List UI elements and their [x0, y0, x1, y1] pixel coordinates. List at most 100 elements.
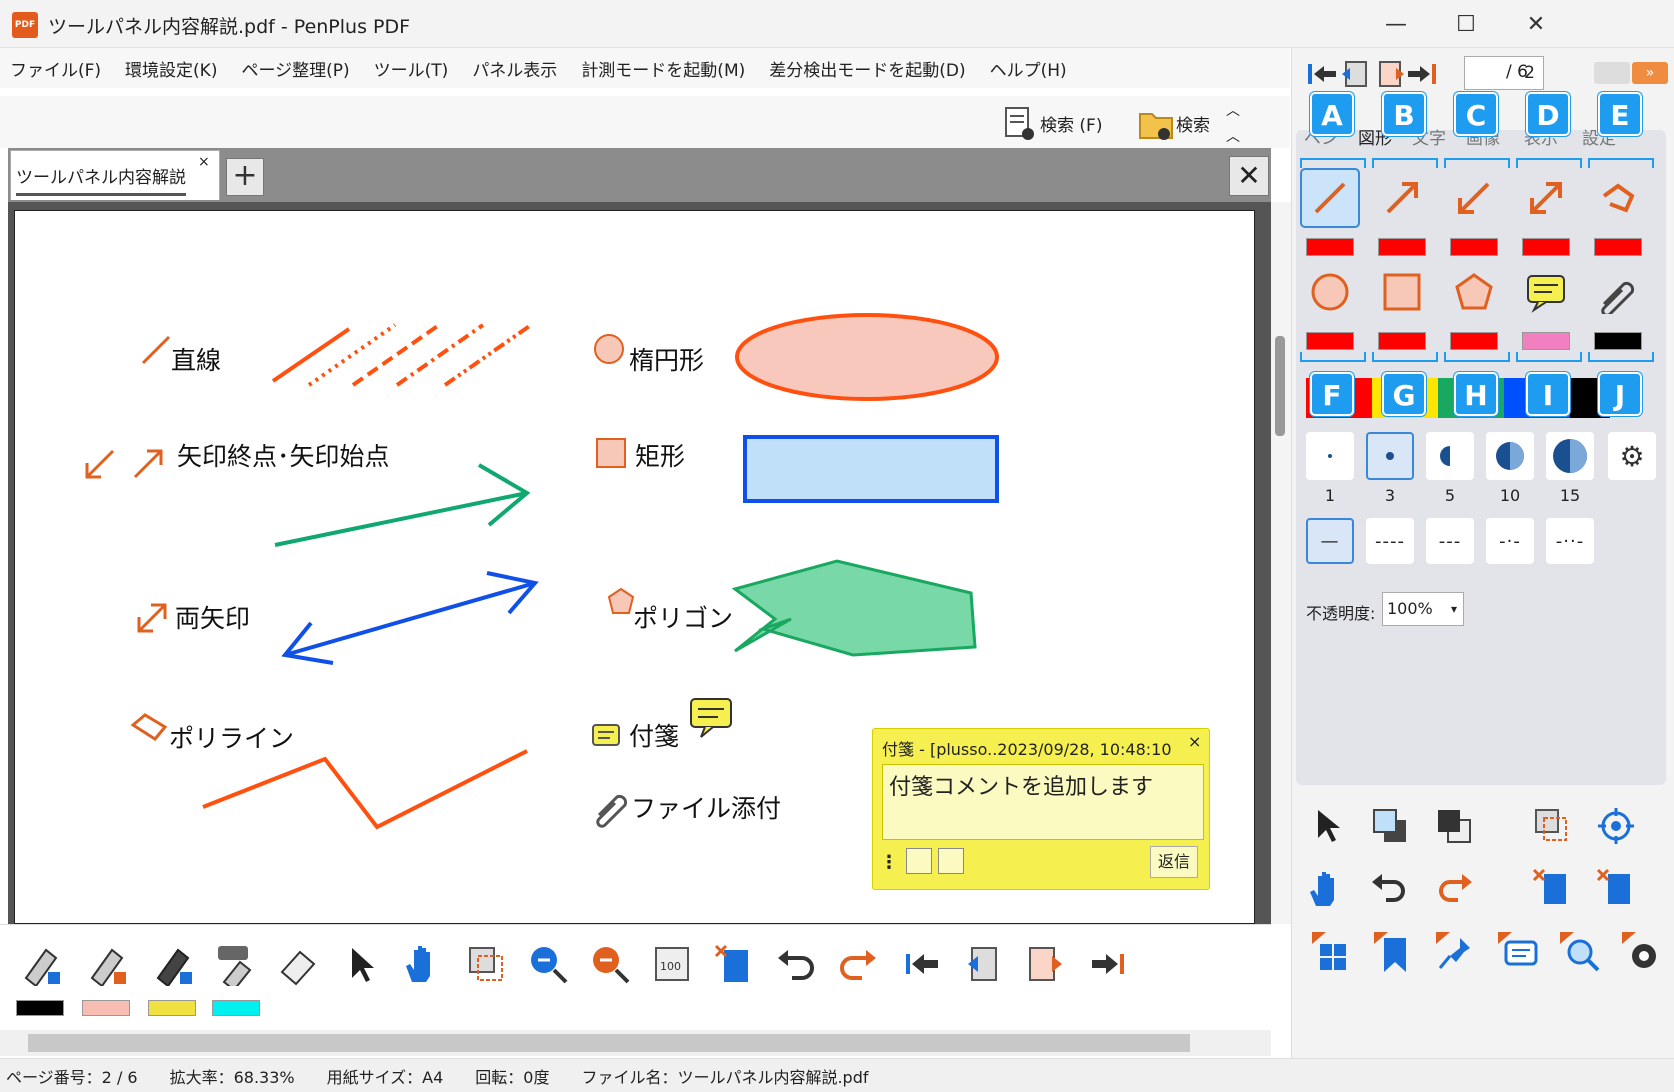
text-marker-icon[interactable] [212, 940, 260, 988]
tab-close-icon[interactable]: × [198, 154, 210, 170]
tool-double-arrow[interactable] [1516, 168, 1576, 228]
marker-icon[interactable] [148, 940, 196, 988]
zoom-out-icon[interactable] [524, 940, 572, 988]
redo-panel-icon[interactable] [1428, 862, 1480, 914]
sticky-note-textarea[interactable]: 付箋コメントを追加します [882, 764, 1204, 840]
sticky-checkbox[interactable] [906, 848, 932, 874]
actual-size-icon[interactable]: 100 [648, 940, 696, 988]
swatch-black[interactable] [16, 1000, 64, 1016]
menu-page-organize[interactable]: ページ整理(P) [241, 56, 349, 81]
sticky-note-close-icon[interactable]: × [1188, 732, 1201, 751]
tool-attach[interactable] [1588, 262, 1648, 322]
pen2-icon[interactable] [82, 940, 130, 988]
minimize-button[interactable]: — [1376, 8, 1416, 40]
collapse-up-icon-2[interactable]: ︿ [1226, 126, 1240, 146]
area-select-icon[interactable] [462, 940, 510, 988]
select-tool-icon[interactable] [1300, 800, 1352, 852]
sticky-reply-button[interactable]: 返信 [1150, 846, 1198, 878]
settings-panel-icon[interactable] [1616, 926, 1668, 978]
delete-page-icon[interactable] [710, 940, 758, 988]
panel-collapse-left-button[interactable] [1594, 62, 1630, 84]
tool-arrow-end[interactable] [1372, 168, 1432, 228]
select-arrow-icon[interactable] [336, 940, 384, 988]
menu-measure-mode[interactable]: 計測モードを起動(M) [581, 56, 745, 81]
undo-icon[interactable] [772, 940, 820, 988]
opacity-select[interactable]: 100% ▾ [1382, 592, 1464, 626]
sticky-menu-icon[interactable]: ⋮ [880, 852, 898, 873]
bookmark-icon[interactable] [1368, 926, 1420, 978]
tool-note[interactable] [1516, 262, 1576, 322]
nav-next-icon[interactable] [1374, 58, 1406, 95]
page-number-input[interactable]: 2 [1464, 56, 1544, 90]
menu-diff-mode[interactable]: 差分検出モードを起動(D) [769, 56, 965, 81]
delete-page-panel-icon[interactable] [1590, 862, 1642, 914]
horizontal-scroll-thumb[interactable] [28, 1034, 1190, 1052]
color-c[interactable] [1450, 238, 1498, 256]
dash-dashed-button[interactable]: --- [1426, 518, 1474, 564]
vertical-scrollbar[interactable] [1271, 202, 1291, 924]
tool-ellipse[interactable] [1300, 262, 1360, 322]
panel-expand-right-button[interactable]: » [1632, 62, 1668, 84]
eraser-icon[interactable] [274, 940, 322, 988]
menu-help[interactable]: ヘルプ(H) [990, 56, 1067, 81]
zoom-in-icon[interactable] [586, 940, 634, 988]
hand-icon[interactable] [398, 940, 446, 988]
vertical-scroll-thumb[interactable] [1275, 336, 1285, 436]
menu-settings[interactable]: 環境設定(K) [125, 56, 217, 81]
comment-list-icon[interactable] [1492, 926, 1544, 978]
color-g[interactable] [1378, 332, 1426, 350]
tool-polyline[interactable] [1588, 168, 1648, 228]
bring-front-icon[interactable] [1364, 800, 1416, 852]
color-i[interactable] [1522, 332, 1570, 350]
swatch-yellow[interactable] [148, 1000, 196, 1016]
size-5-button[interactable] [1426, 432, 1474, 480]
dash-solid-button[interactable]: — [1306, 518, 1354, 564]
color-h[interactable] [1450, 332, 1498, 350]
swatch-pink[interactable] [82, 1000, 130, 1016]
size-1-button[interactable] [1306, 432, 1354, 480]
dash-dashdotdot-button[interactable]: -··- [1546, 518, 1594, 564]
dash-dotted-button[interactable]: ---- [1366, 518, 1414, 564]
tool-rect[interactable] [1372, 262, 1432, 322]
sticky-lock-icon[interactable] [938, 848, 964, 874]
group-select-icon[interactable] [1526, 800, 1578, 852]
prev-page-icon[interactable] [960, 940, 1008, 988]
add-tab-button[interactable]: + [226, 158, 264, 196]
color-d[interactable] [1522, 238, 1570, 256]
close-window-button[interactable]: ✕ [1516, 8, 1556, 40]
nav-last-icon[interactable] [1406, 58, 1438, 95]
undo-panel-icon[interactable] [1364, 862, 1416, 914]
redo-icon[interactable] [834, 940, 882, 988]
color-j[interactable] [1594, 332, 1642, 350]
size-settings-button[interactable]: ⚙ [1608, 432, 1656, 480]
hand-tool-icon[interactable] [1300, 862, 1352, 914]
tool-line[interactable] [1300, 168, 1360, 228]
thumbnail-grid-icon[interactable] [1306, 926, 1358, 978]
menu-panel-display[interactable]: パネル表示 [472, 56, 557, 81]
first-page-icon[interactable] [898, 940, 946, 988]
menu-file[interactable]: ファイル(F) [10, 56, 101, 81]
delete-select-icon[interactable] [1526, 862, 1578, 914]
target-icon[interactable] [1590, 800, 1642, 852]
send-back-icon[interactable] [1428, 800, 1480, 852]
nav-prev-icon[interactable] [1340, 58, 1372, 95]
tool-polygon[interactable] [1444, 262, 1504, 322]
color-f[interactable] [1306, 332, 1354, 350]
folder-search-button[interactable]: 検索 [1136, 104, 1210, 142]
file-search-button[interactable]: 検索 (F) [1000, 104, 1102, 142]
color-b[interactable] [1378, 238, 1426, 256]
swatch-cyan[interactable] [212, 1000, 260, 1016]
size-10-button[interactable] [1486, 432, 1534, 480]
tool-arrow-start[interactable] [1444, 168, 1504, 228]
pen1-icon[interactable] [16, 940, 64, 988]
nav-first-icon[interactable] [1306, 58, 1338, 95]
color-e[interactable] [1594, 238, 1642, 256]
maximize-button[interactable]: ☐ [1446, 8, 1486, 40]
last-page-icon[interactable] [1084, 940, 1132, 988]
pin-icon[interactable] [1430, 926, 1482, 978]
size-15-button[interactable] [1546, 432, 1594, 480]
close-document-button[interactable]: ✕ [1229, 156, 1269, 196]
size-3-button[interactable] [1366, 432, 1414, 480]
collapse-up-icon[interactable]: ︿ [1226, 100, 1240, 120]
next-page-icon[interactable] [1022, 940, 1070, 988]
